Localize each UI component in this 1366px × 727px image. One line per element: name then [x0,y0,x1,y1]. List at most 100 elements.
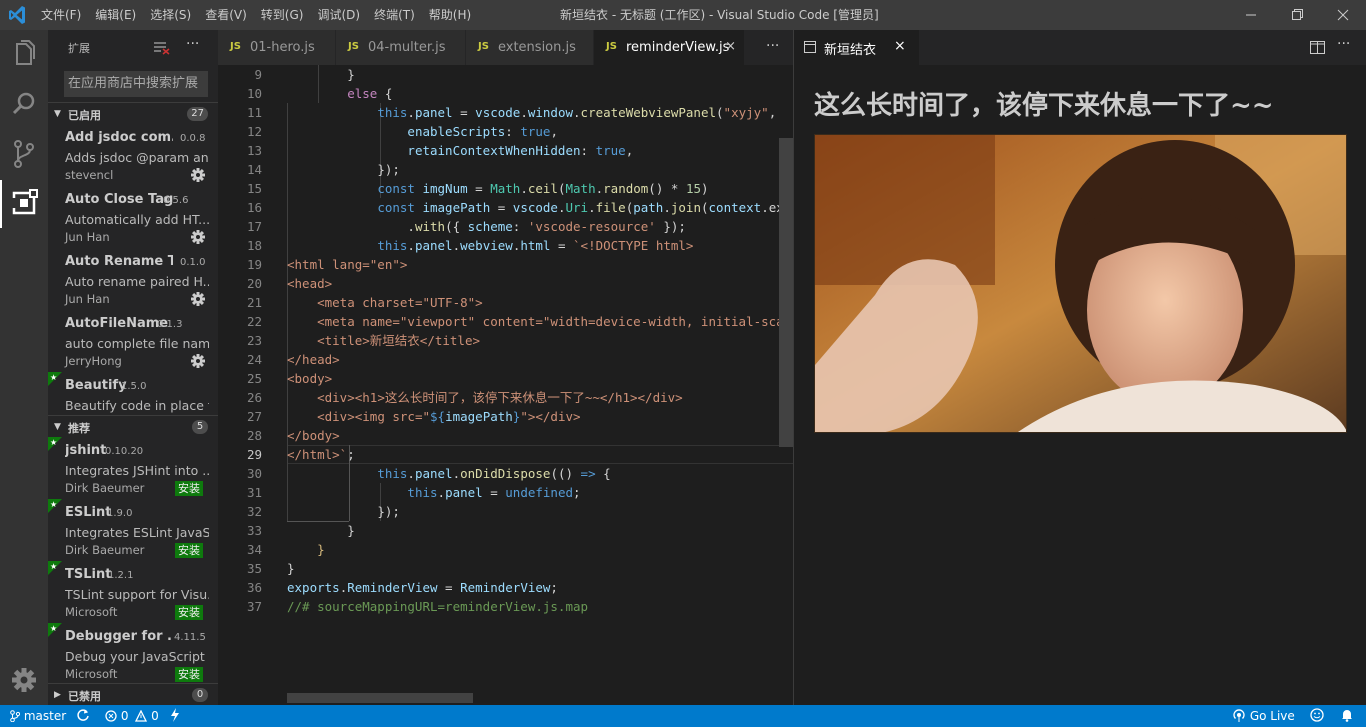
recommended-section-header[interactable]: ▼ 推荐 5 [48,415,218,437]
menu-terminal[interactable]: 终端(T) [367,0,422,30]
code-line[interactable]: <html lang="en"> [287,255,407,274]
code-line[interactable]: <div><img src="${imagePath}"></div> [287,407,580,426]
code-line[interactable]: </html>`; [287,445,355,464]
tab-label: 04-multer.js [368,40,446,55]
manage-gear-icon[interactable] [190,291,206,307]
search-icon[interactable] [0,80,48,128]
code-line[interactable]: </head> [287,350,340,369]
extension-search-input[interactable]: 在应用商店中搜索扩展 [64,71,208,97]
tab-reminderview[interactable]: JS reminderView.js × [594,30,745,65]
code-line[interactable]: }); [287,502,400,521]
close-window-icon[interactable] [1320,0,1366,30]
files-icon[interactable] [0,30,48,78]
menu-help[interactable]: 帮助(H) [422,0,478,30]
code-line[interactable]: <head> [287,274,332,293]
code-line[interactable]: this.panel = undefined; [287,483,580,502]
extension-name: Add jsdoc com... [65,130,173,145]
code-line[interactable]: retainContextWhenHidden: true, [287,141,633,160]
extension-item[interactable]: ★ jshint 0.10.20 Integrates JSHint into … [48,436,218,498]
install-button[interactable]: 安装 [175,481,203,496]
code-line[interactable]: } [287,65,355,84]
feedback-smiley-icon[interactable] [1310,705,1324,727]
branch-icon [10,710,21,723]
chevron-down-icon: ▼ [54,422,61,432]
close-tab-icon[interactable]: × [725,39,736,54]
code-line[interactable]: } [287,559,295,578]
tab-label: reminderView.js [626,40,730,55]
code-line[interactable]: <meta charset="UTF-8"> [287,293,483,312]
code-line[interactable]: .with({ scheme: 'vscode-resource' }); [287,217,685,236]
notifications-bell-icon[interactable] [1340,705,1354,727]
more-actions-icon[interactable]: ··· [186,36,199,52]
tab-webview[interactable]: 新垣结衣 × [794,30,919,65]
code-line[interactable]: </body> [287,426,340,445]
minimize-icon[interactable] [1228,0,1274,30]
code-line[interactable]: enableScripts: true, [287,122,558,141]
tab-04-multer[interactable]: JS 04-multer.js [336,30,466,65]
code-line[interactable]: <div><h1>这么长时间了，该停下来休息一下了~~</h1></div> [287,388,683,407]
more-actions-icon[interactable]: ··· [766,38,779,54]
code-line[interactable]: }); [287,160,400,179]
gear-icon[interactable] [0,656,48,704]
extension-name: TSLint [65,567,112,582]
enabled-section-header[interactable]: ▼ 已启用 27 [48,102,218,124]
menu-edit[interactable]: 编辑(E) [88,0,143,30]
branch-indicator[interactable]: master [10,705,66,727]
horizontal-scrollbar[interactable] [287,693,473,703]
menu-debug[interactable]: 调试(D) [310,0,367,30]
code-line[interactable]: const imgNum = Math.ceil(Math.random() *… [287,179,708,198]
code-line[interactable]: exports.ReminderView = ReminderView; [287,578,558,597]
extension-item[interactable]: Add jsdoc com... 0.0.8 Adds jsdoc @param… [48,123,218,185]
code-line[interactable]: //# sourceMappingURL=reminderView.js.map [287,597,588,616]
more-actions-icon[interactable]: ··· [1337,36,1350,52]
manage-gear-icon[interactable] [190,353,206,369]
manage-gear-icon[interactable] [190,167,206,183]
tab-label: 01-hero.js [250,40,315,55]
problems-indicator[interactable]: 0 0 [105,705,159,727]
extension-item[interactable]: Auto Close Tag 0.5.6 Automatically add H… [48,185,218,247]
menu-view[interactable]: 查看(V) [198,0,254,30]
go-live-button[interactable]: Go Live [1232,705,1295,727]
code-line[interactable]: this.panel.webview.html = `<!DOCTYPE htm… [287,236,693,255]
menu-go[interactable]: 转到(G) [254,0,311,30]
extension-item[interactable]: ★ TSLint 1.2.1 TSLint support for Visu..… [48,560,218,622]
code-line[interactable]: } [287,521,355,540]
code-line[interactable]: this.panel.onDidDispose(() => { [287,464,610,483]
extension-name: Auto Close Tag [65,192,173,207]
code-line[interactable]: <title>新垣结衣</title> [287,331,480,350]
restore-icon[interactable] [1274,0,1320,30]
extension-description: Integrates ESLint JavaS... [65,525,209,540]
lightning-icon[interactable] [170,705,180,727]
close-tab-icon[interactable]: × [894,38,906,54]
code-line[interactable]: else { [287,84,392,103]
clear-extensions-icon[interactable] [154,40,170,55]
menu-selection[interactable]: 选择(S) [143,0,198,30]
code-editor[interactable]: 9 10 11 12 13 14 15 16 17 18 19 20 21 22… [218,65,793,705]
tab-01-hero[interactable]: JS 01-hero.js [218,30,336,65]
code-line[interactable]: this.panel = vscode.window.createWebview… [287,103,776,122]
disabled-section-header[interactable]: ▶ 已禁用 0 [48,683,218,705]
install-button[interactable]: 安装 [175,667,203,682]
code-line[interactable]: <body> [287,369,332,388]
extension-item[interactable]: AutoFileName 0.1.3 auto complete file na… [48,309,218,371]
extensions-icon[interactable] [0,180,48,228]
extension-description: Integrates JSHint into ... [65,463,209,478]
install-button[interactable]: 安装 [175,543,203,558]
manage-gear-icon[interactable] [190,229,206,245]
extension-item[interactable]: ★ ESLint 1.9.0 Integrates ESLint JavaS..… [48,498,218,560]
count-badge: 5 [192,420,208,434]
menu-file[interactable]: 文件(F) [34,0,88,30]
vertical-scrollbar[interactable] [779,138,793,447]
js-file-icon: JS [606,41,617,52]
source-control-icon[interactable] [0,130,48,178]
tab-extension[interactable]: JS extension.js [466,30,594,65]
code-line[interactable]: <meta name="viewport" content="width=dev… [287,312,784,331]
code-line[interactable]: } [287,540,325,559]
split-editor-icon[interactable] [1310,40,1326,54]
extension-item[interactable]: ★ Debugger for ... 4.11.5 Debug your Jav… [48,622,218,684]
extension-item[interactable]: Auto Rename Tag 0.1.0 Auto rename paired… [48,247,218,309]
extension-author: Microsoft [65,667,118,681]
install-button[interactable]: 安装 [175,605,203,620]
sync-icon[interactable] [76,705,90,727]
code-line[interactable]: const imagePath = vscode.Uri.file(path.j… [287,198,783,217]
